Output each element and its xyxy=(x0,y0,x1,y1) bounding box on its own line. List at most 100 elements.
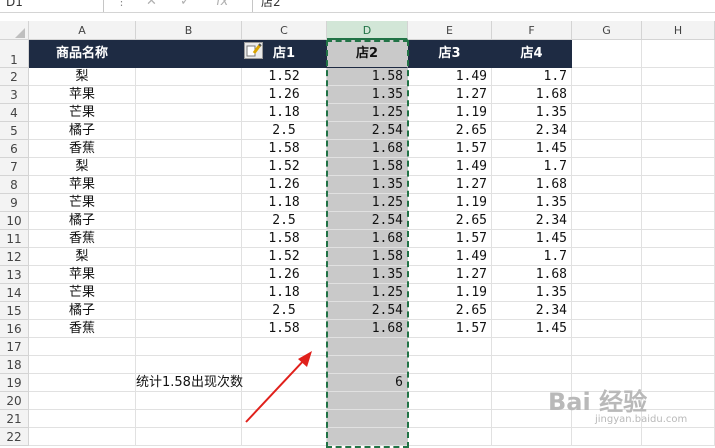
empty-cell[interactable] xyxy=(642,140,715,158)
store1-price-cell[interactable]: 1.58 xyxy=(242,320,327,338)
empty-cell[interactable] xyxy=(572,338,642,356)
empty-cell[interactable] xyxy=(642,284,715,302)
store2-price-cell[interactable]: 1.68 xyxy=(327,320,408,338)
empty-cell[interactable] xyxy=(572,104,642,122)
column-header-c[interactable]: C xyxy=(242,21,327,40)
empty-cell[interactable] xyxy=(136,140,242,158)
row-header-21[interactable]: 21 xyxy=(0,410,29,428)
empty-cell[interactable] xyxy=(408,410,492,428)
store4-price-cell[interactable]: 1.7 xyxy=(492,248,572,266)
empty-cell[interactable] xyxy=(642,320,715,338)
store1-price-cell[interactable]: 1.18 xyxy=(242,284,327,302)
store4-price-cell[interactable]: 1.68 xyxy=(492,266,572,284)
product-name-cell[interactable]: 香蕉 xyxy=(29,230,136,248)
store1-price-cell[interactable]: 1.52 xyxy=(242,68,327,86)
empty-cell[interactable] xyxy=(492,428,572,446)
store3-price-cell[interactable]: 1.49 xyxy=(408,248,492,266)
store4-price-cell[interactable]: 1.35 xyxy=(492,104,572,122)
product-name-cell[interactable]: 芒果 xyxy=(29,284,136,302)
store4-price-cell[interactable]: 1.68 xyxy=(492,86,572,104)
empty-cell[interactable] xyxy=(572,284,642,302)
product-name-cell[interactable]: 香蕉 xyxy=(29,320,136,338)
store3-price-cell[interactable]: 1.19 xyxy=(408,104,492,122)
empty-cell[interactable] xyxy=(642,428,715,446)
store4-price-cell[interactable]: 1.35 xyxy=(492,284,572,302)
header-cell-0[interactable]: 商品名称 xyxy=(29,40,136,68)
store3-price-cell[interactable]: 1.27 xyxy=(408,266,492,284)
empty-cell[interactable] xyxy=(136,338,242,356)
row-header-15[interactable]: 15 xyxy=(0,302,29,320)
store2-price-cell[interactable]: 2.54 xyxy=(327,122,408,140)
store1-price-cell[interactable]: 2.5 xyxy=(242,302,327,320)
row-header-3[interactable]: 3 xyxy=(0,86,29,104)
store2-price-cell[interactable]: 1.25 xyxy=(327,104,408,122)
store4-price-cell[interactable]: 1.45 xyxy=(492,320,572,338)
product-name-cell[interactable]: 梨 xyxy=(29,158,136,176)
empty-cell[interactable] xyxy=(642,266,715,284)
empty-cell[interactable] xyxy=(572,428,642,446)
empty-cell[interactable] xyxy=(408,356,492,374)
empty-cell[interactable] xyxy=(136,428,242,446)
row-header-14[interactable]: 14 xyxy=(0,284,29,302)
store3-price-cell[interactable]: 1.27 xyxy=(408,86,492,104)
empty-cell[interactable] xyxy=(572,266,642,284)
cancel-icon[interactable]: ✕ xyxy=(146,0,157,10)
row-header-19[interactable]: 19 xyxy=(0,374,29,392)
store1-price-cell[interactable]: 2.5 xyxy=(242,122,327,140)
store3-price-cell[interactable]: 1.49 xyxy=(408,68,492,86)
column-header-e[interactable]: E xyxy=(408,21,492,40)
empty-cell[interactable] xyxy=(572,302,642,320)
store4-price-cell[interactable]: 1.68 xyxy=(492,176,572,194)
store1-price-cell[interactable]: 1.58 xyxy=(242,230,327,248)
store1-price-cell[interactable]: 1.26 xyxy=(242,176,327,194)
empty-cell[interactable] xyxy=(572,68,642,86)
store1-price-cell[interactable]: 1.52 xyxy=(242,158,327,176)
row-header-2[interactable]: 2 xyxy=(0,68,29,86)
header-cell-b[interactable] xyxy=(136,40,242,68)
row-header-11[interactable]: 11 xyxy=(0,230,29,248)
empty-cell[interactable] xyxy=(492,338,572,356)
product-name-cell[interactable]: 苹果 xyxy=(29,86,136,104)
store4-price-cell[interactable]: 2.34 xyxy=(492,212,572,230)
store3-price-cell[interactable]: 1.27 xyxy=(408,176,492,194)
empty-cell[interactable] xyxy=(642,392,715,410)
store2-price-cell[interactable]: 1.35 xyxy=(327,86,408,104)
empty-cell[interactable] xyxy=(572,248,642,266)
store3-price-cell[interactable]: 2.65 xyxy=(408,122,492,140)
store2-price-cell[interactable]: 1.35 xyxy=(327,176,408,194)
store2-price-cell[interactable]: 1.58 xyxy=(327,248,408,266)
store3-price-cell[interactable]: 2.65 xyxy=(408,302,492,320)
empty-cell[interactable] xyxy=(29,374,136,392)
store1-price-cell[interactable]: 1.26 xyxy=(242,86,327,104)
empty-cell[interactable] xyxy=(408,338,492,356)
store4-price-cell[interactable]: 1.7 xyxy=(492,158,572,176)
store4-price-cell[interactable]: 1.7 xyxy=(492,68,572,86)
empty-cell[interactable] xyxy=(327,392,408,410)
empty-cell[interactable] xyxy=(642,176,715,194)
empty-cell[interactable] xyxy=(408,392,492,410)
empty-cell[interactable] xyxy=(642,158,715,176)
store4-price-cell[interactable]: 1.35 xyxy=(492,194,572,212)
product-name-cell[interactable]: 橘子 xyxy=(29,212,136,230)
empty-cell[interactable] xyxy=(136,266,242,284)
empty-cell[interactable] xyxy=(642,68,715,86)
empty-cell[interactable] xyxy=(136,248,242,266)
store2-price-cell[interactable]: 1.25 xyxy=(327,194,408,212)
empty-cell[interactable] xyxy=(572,212,642,230)
empty-cell[interactable] xyxy=(29,410,136,428)
empty-cell[interactable] xyxy=(642,212,715,230)
store2-price-cell[interactable]: 2.54 xyxy=(327,302,408,320)
store4-price-cell[interactable]: 2.34 xyxy=(492,122,572,140)
empty-cell[interactable] xyxy=(642,194,715,212)
empty-cell[interactable] xyxy=(136,410,242,428)
row-header-10[interactable]: 10 xyxy=(0,212,29,230)
empty-cell[interactable] xyxy=(136,104,242,122)
empty-cell[interactable] xyxy=(136,86,242,104)
empty-cell[interactable] xyxy=(572,158,642,176)
empty-cell[interactable] xyxy=(572,140,642,158)
store2-price-cell[interactable]: 1.58 xyxy=(327,158,408,176)
row-header-5[interactable]: 5 xyxy=(0,122,29,140)
store2-price-cell[interactable]: 1.25 xyxy=(327,284,408,302)
empty-cell[interactable] xyxy=(642,248,715,266)
empty-cell[interactable] xyxy=(136,158,242,176)
